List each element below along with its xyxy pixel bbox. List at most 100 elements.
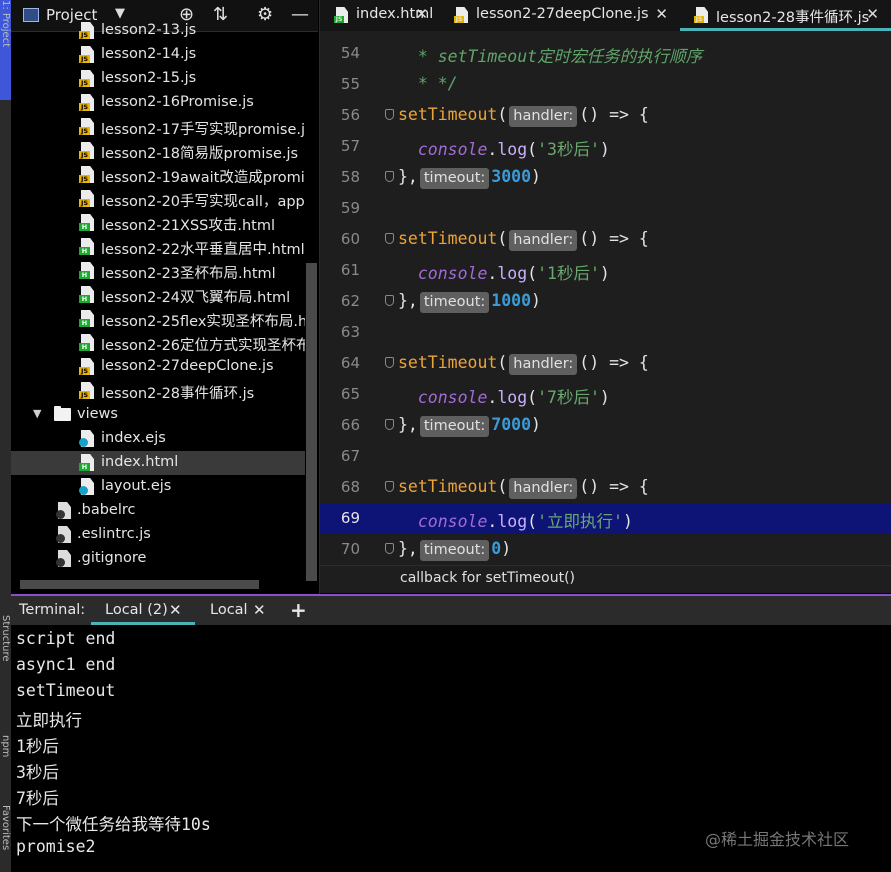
code-line[interactable]: 67: [320, 441, 891, 472]
add-terminal-button[interactable]: +: [290, 598, 307, 622]
tree-item-label: index.ejs: [101, 430, 166, 446]
tree-file-item[interactable]: Hlesson2-23圣杯布局.html: [11, 259, 305, 283]
tree-file-item[interactable]: .gitignore: [11, 547, 305, 571]
editor-tab-bar: JS index.html ✕ JS lesson2-27deepClone.js ✕ JS…: [320, 0, 891, 32]
tree-file-item[interactable]: layout.ejs: [11, 475, 305, 499]
line-number: 59: [340, 199, 360, 217]
tree-file-item[interactable]: Hindex.html: [11, 451, 305, 475]
code-line[interactable]: 69 console.log('立即执行'): [320, 503, 891, 534]
code-token: 7000: [491, 415, 532, 434]
code-token: .: [487, 264, 498, 283]
tree-file-item[interactable]: JS lesson2-28事件循环.js: [11, 379, 305, 403]
code-line[interactable]: 61 console.log('1秒后'): [320, 255, 891, 286]
code-token: () => {: [579, 229, 649, 248]
tree-file-item[interactable]: JS lesson2-19await改造成promise表: [11, 163, 305, 187]
parameter-hint: handler:: [509, 478, 578, 499]
breadcrumb[interactable]: callback for setTimeout(): [320, 565, 891, 593]
code-line[interactable]: 68 setTimeout(handler:() => {: [320, 472, 891, 503]
code-line[interactable]: 66}, timeout: 7000): [320, 410, 891, 441]
tree-file-item[interactable]: Hlesson2-25flex实现圣杯布局.htm: [11, 307, 305, 331]
code-token: log: [497, 264, 528, 283]
tree-file-item[interactable]: JS lesson2-18简易版promise.js: [11, 139, 305, 163]
favorites-tool-tab[interactable]: Favorites: [0, 805, 11, 872]
tree-item-label: lesson2-13.js: [101, 22, 197, 38]
tree-folder-views[interactable]: ▼ views: [11, 403, 305, 427]
code-token: console: [398, 264, 488, 283]
terminal-tab-local-2[interactable]: Local (2): [105, 602, 168, 618]
code-line[interactable]: 63: [320, 317, 891, 348]
code-line[interactable]: 65 console.log('7秒后'): [320, 379, 891, 410]
project-vertical-scrollbar[interactable]: [306, 263, 317, 581]
js-file-icon: JS: [79, 70, 94, 87]
code-editor[interactable]: 54 * setTimeout定时宏任务的执行顺序 55 * */56 setTim…: [320, 31, 891, 565]
tree-file-item[interactable]: Hlesson2-24双飞翼布局.html: [11, 283, 305, 307]
terminal-tab-local[interactable]: Local: [210, 602, 248, 618]
code-token: (: [527, 388, 538, 407]
code-token: log: [497, 512, 528, 531]
tree-item-label: lesson2-22水平垂直居中.html: [101, 242, 305, 258]
editor-tab-label: lesson2-27deepClone.js: [476, 6, 649, 22]
code-line[interactable]: 59: [320, 193, 891, 224]
npm-tool-tab[interactable]: npm: [0, 735, 11, 795]
code-line[interactable]: 60 setTimeout(handler:() => {: [320, 224, 891, 255]
code-line[interactable]: 64 setTimeout(handler:() => {: [320, 348, 891, 379]
code-line[interactable]: 57 console.log('3秒后'): [320, 131, 891, 162]
code-line[interactable]: 62}, timeout: 1000): [320, 286, 891, 317]
code-line[interactable]: 54 * setTimeout定时宏任务的执行顺序: [320, 38, 891, 69]
code-token: log: [497, 140, 528, 159]
code-token: .: [487, 388, 498, 407]
terminal-line: async1 end: [16, 655, 116, 674]
tree-file-item[interactable]: JS lesson2-14.js: [11, 43, 305, 67]
tree-file-item[interactable]: JS lesson2-27deepClone.js: [11, 355, 305, 379]
js-file-icon: JS: [79, 118, 94, 135]
html-file-icon: H: [79, 286, 94, 303]
code-token: 3000: [491, 167, 532, 186]
close-icon[interactable]: ✕: [866, 5, 879, 23]
code-line[interactable]: 70}, timeout: 0): [320, 534, 891, 565]
js-file-icon: JS: [79, 358, 94, 375]
tree-item-label: .babelrc: [77, 502, 136, 518]
fold-marker-icon[interactable]: [385, 419, 394, 430]
project-tool-tab[interactable]: 1: Project: [0, 0, 11, 100]
fold-marker-icon[interactable]: [385, 295, 394, 306]
code-line[interactable]: 58}, timeout: 3000): [320, 162, 891, 193]
tree-file-item[interactable]: Hlesson2-21XSS攻击.html: [11, 211, 305, 235]
editor-tab[interactable]: JS lesson2-27deepClone.js ✕: [440, 0, 680, 31]
close-icon[interactable]: ✕: [169, 601, 182, 619]
line-number: 60: [340, 230, 360, 248]
project-horizontal-scrollbar[interactable]: [20, 580, 259, 589]
code-token: console: [398, 388, 488, 407]
tree-file-item[interactable]: .babelrc: [11, 499, 305, 523]
html-file-icon: H: [79, 262, 94, 279]
fold-marker-icon[interactable]: [385, 543, 394, 554]
code-line[interactable]: 56 setTimeout(handler:() => {: [320, 100, 891, 131]
code-line[interactable]: 55 * */: [320, 69, 891, 100]
tree-file-item[interactable]: JS lesson2-15.js: [11, 67, 305, 91]
fold-marker-icon[interactable]: [385, 171, 394, 182]
fold-marker-icon[interactable]: [385, 233, 394, 244]
close-icon[interactable]: ✕: [415, 5, 428, 23]
fold-marker-icon[interactable]: [385, 481, 394, 492]
structure-tool-tab[interactable]: Structure: [0, 615, 11, 695]
tree-file-item[interactable]: .eslintrc.js: [11, 523, 305, 547]
expand-arrow-icon[interactable]: ▼: [33, 407, 41, 420]
close-icon[interactable]: ✕: [253, 601, 266, 619]
tree-file-item[interactable]: JS lesson2-17手写实现promise.js: [11, 115, 305, 139]
tree-item-label: lesson2-16Promise.js: [101, 94, 254, 110]
fold-marker-icon[interactable]: [385, 357, 394, 368]
tree-file-item[interactable]: JS lesson2-20手写实现call，apply.js: [11, 187, 305, 211]
breadcrumb-label: callback for setTimeout(): [400, 570, 575, 586]
line-number: 63: [340, 323, 360, 341]
tree-file-item[interactable]: Hlesson2-22水平垂直居中.html: [11, 235, 305, 259]
code-token: ): [599, 388, 610, 407]
fold-marker-icon[interactable]: [385, 109, 394, 120]
editor-tab[interactable]: JS lesson2-28事件循环.js ✕: [680, 0, 891, 31]
tree-file-item[interactable]: JS lesson2-16Promise.js: [11, 91, 305, 115]
tree-file-item[interactable]: Hlesson2-26定位方式实现圣杯布局: [11, 331, 305, 355]
editor-tab[interactable]: JS index.html ✕: [320, 0, 440, 31]
tree-file-item[interactable]: JS lesson2-13.js: [11, 19, 305, 43]
parameter-hint: timeout:: [419, 540, 490, 561]
tree-file-item[interactable]: index.ejs: [11, 427, 305, 451]
close-icon[interactable]: ✕: [655, 5, 668, 23]
cfg-file-icon: [56, 502, 71, 519]
